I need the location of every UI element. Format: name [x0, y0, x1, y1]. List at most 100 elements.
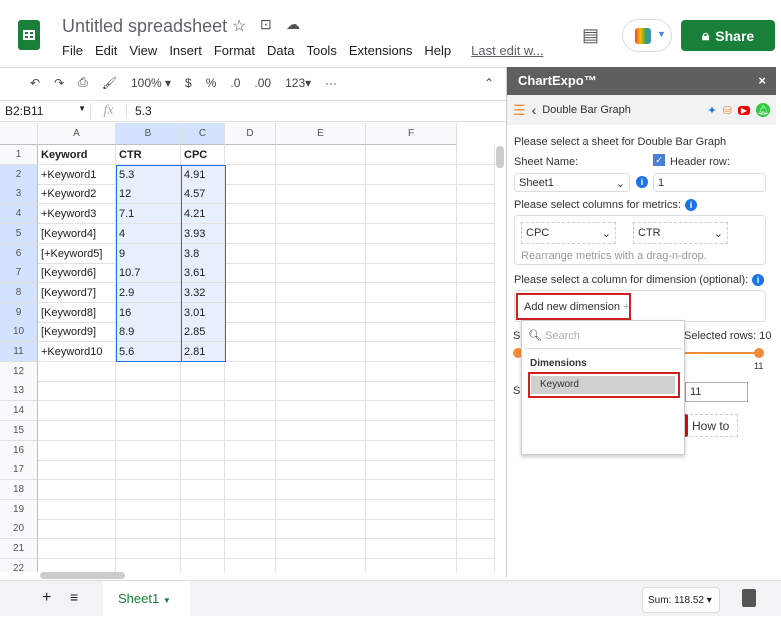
header-row-input[interactable]: 1 — [653, 173, 766, 192]
cell[interactable] — [225, 223, 276, 244]
menu-icon[interactable]: ☰ — [513, 102, 526, 119]
cell[interactable] — [276, 558, 366, 572]
cell[interactable] — [225, 479, 276, 500]
cell[interactable] — [225, 263, 276, 284]
cell[interactable] — [225, 164, 276, 185]
cell[interactable] — [276, 381, 366, 402]
menu-item[interactable]: Data — [267, 43, 294, 58]
cell[interactable] — [225, 302, 276, 323]
cell[interactable] — [457, 243, 495, 264]
cell[interactable] — [116, 479, 181, 500]
cell[interactable]: +Keyword3 — [38, 204, 116, 225]
row-header[interactable]: 9 — [0, 302, 38, 323]
currency-button[interactable]: $ — [185, 76, 192, 90]
cell[interactable] — [366, 499, 457, 520]
paint-format-icon[interactable]: 🖌︎ — [102, 76, 117, 90]
cell[interactable] — [457, 460, 495, 481]
cell[interactable] — [181, 519, 225, 540]
cell[interactable] — [38, 499, 116, 520]
cell[interactable] — [276, 282, 366, 303]
cell[interactable]: [+Keyword5] — [38, 243, 116, 264]
vertical-scrollbar[interactable] — [496, 146, 504, 168]
cell[interactable] — [225, 145, 276, 165]
end-row-input[interactable]: 11 — [685, 382, 748, 402]
cell[interactable] — [225, 204, 276, 225]
cell[interactable]: [Keyword6] — [38, 263, 116, 284]
cell[interactable] — [276, 184, 366, 205]
cell[interactable] — [366, 440, 457, 461]
info-icon[interactable]: i — [752, 274, 764, 286]
cell[interactable] — [366, 282, 457, 303]
cell[interactable] — [116, 539, 181, 559]
cell[interactable]: [Keyword8] — [38, 302, 116, 323]
cell[interactable] — [276, 223, 366, 244]
cell[interactable] — [38, 460, 116, 481]
row-header[interactable]: 17 — [0, 460, 38, 481]
cell[interactable] — [457, 499, 495, 520]
cell[interactable] — [38, 539, 116, 559]
close-icon[interactable]: × — [758, 67, 766, 95]
cell[interactable] — [366, 539, 457, 559]
row-header[interactable]: 19 — [0, 499, 38, 520]
cell[interactable] — [457, 361, 495, 382]
cell[interactable] — [181, 420, 225, 441]
column-header[interactable]: D — [225, 123, 276, 145]
bell-icon[interactable]: 🔔︎ — [756, 103, 770, 117]
cell[interactable] — [366, 519, 457, 540]
row-header[interactable]: 13 — [0, 381, 38, 402]
column-header[interactable]: E — [276, 123, 366, 145]
menu-item[interactable]: View — [129, 43, 157, 58]
name-box[interactable]: B2:B11 ▼ — [0, 104, 90, 118]
share-button[interactable]: 🔒︎ Share — [681, 20, 775, 51]
row-header[interactable]: 12 — [0, 361, 38, 382]
cell[interactable] — [457, 164, 495, 185]
cloud-status-icon[interactable]: ☁ — [286, 16, 300, 33]
cell[interactable] — [276, 204, 366, 225]
cell[interactable] — [276, 539, 366, 559]
print-icon[interactable]: ⎙ — [78, 75, 88, 90]
magic-wand-icon[interactable]: ✦ — [707, 104, 716, 117]
cell[interactable] — [181, 381, 225, 402]
cell[interactable] — [38, 420, 116, 441]
row-header[interactable]: 1 — [0, 145, 38, 165]
cell[interactable] — [225, 381, 276, 402]
cell[interactable] — [38, 440, 116, 461]
cell[interactable] — [457, 204, 495, 225]
cell[interactable] — [366, 322, 457, 343]
cell[interactable]: [Keyword9] — [38, 322, 116, 343]
cell[interactable] — [366, 361, 457, 382]
row-header[interactable]: 11 — [0, 342, 38, 362]
cell[interactable] — [276, 499, 366, 520]
column-header[interactable]: B — [116, 123, 181, 145]
slider-handle-end[interactable] — [754, 348, 764, 358]
percent-button[interactable]: % — [206, 76, 217, 90]
cell[interactable]: +Keyword2 — [38, 184, 116, 205]
cell[interactable] — [116, 440, 181, 461]
cell[interactable] — [366, 302, 457, 323]
number-format-button[interactable]: 123▾ — [285, 76, 311, 90]
cell[interactable] — [276, 420, 366, 441]
column-header[interactable]: F — [366, 123, 457, 145]
menu-item[interactable]: Extensions — [349, 43, 413, 58]
cell[interactable] — [366, 263, 457, 284]
cell[interactable] — [457, 381, 495, 402]
cell[interactable] — [366, 204, 457, 225]
cell[interactable] — [276, 401, 366, 422]
cell[interactable] — [366, 243, 457, 264]
menu-item[interactable]: Tools — [306, 43, 336, 58]
cell[interactable]: CTR — [116, 145, 181, 165]
header-row-checkbox[interactable]: ✓ — [653, 154, 665, 166]
document-title[interactable]: Untitled spreadsheet — [62, 16, 227, 37]
cell[interactable] — [366, 558, 457, 572]
cell[interactable] — [366, 223, 457, 244]
sheets-logo[interactable] — [18, 20, 40, 50]
cell[interactable] — [225, 282, 276, 303]
cell[interactable] — [116, 460, 181, 481]
cell[interactable] — [181, 479, 225, 500]
cell[interactable] — [116, 519, 181, 540]
tab-sheet1[interactable]: Sheet1 ▼ — [103, 581, 190, 617]
formula-input[interactable]: 5.3 — [126, 104, 152, 118]
cell[interactable] — [116, 558, 181, 572]
menu-item[interactable]: Insert — [169, 43, 202, 58]
cell[interactable] — [276, 479, 366, 500]
